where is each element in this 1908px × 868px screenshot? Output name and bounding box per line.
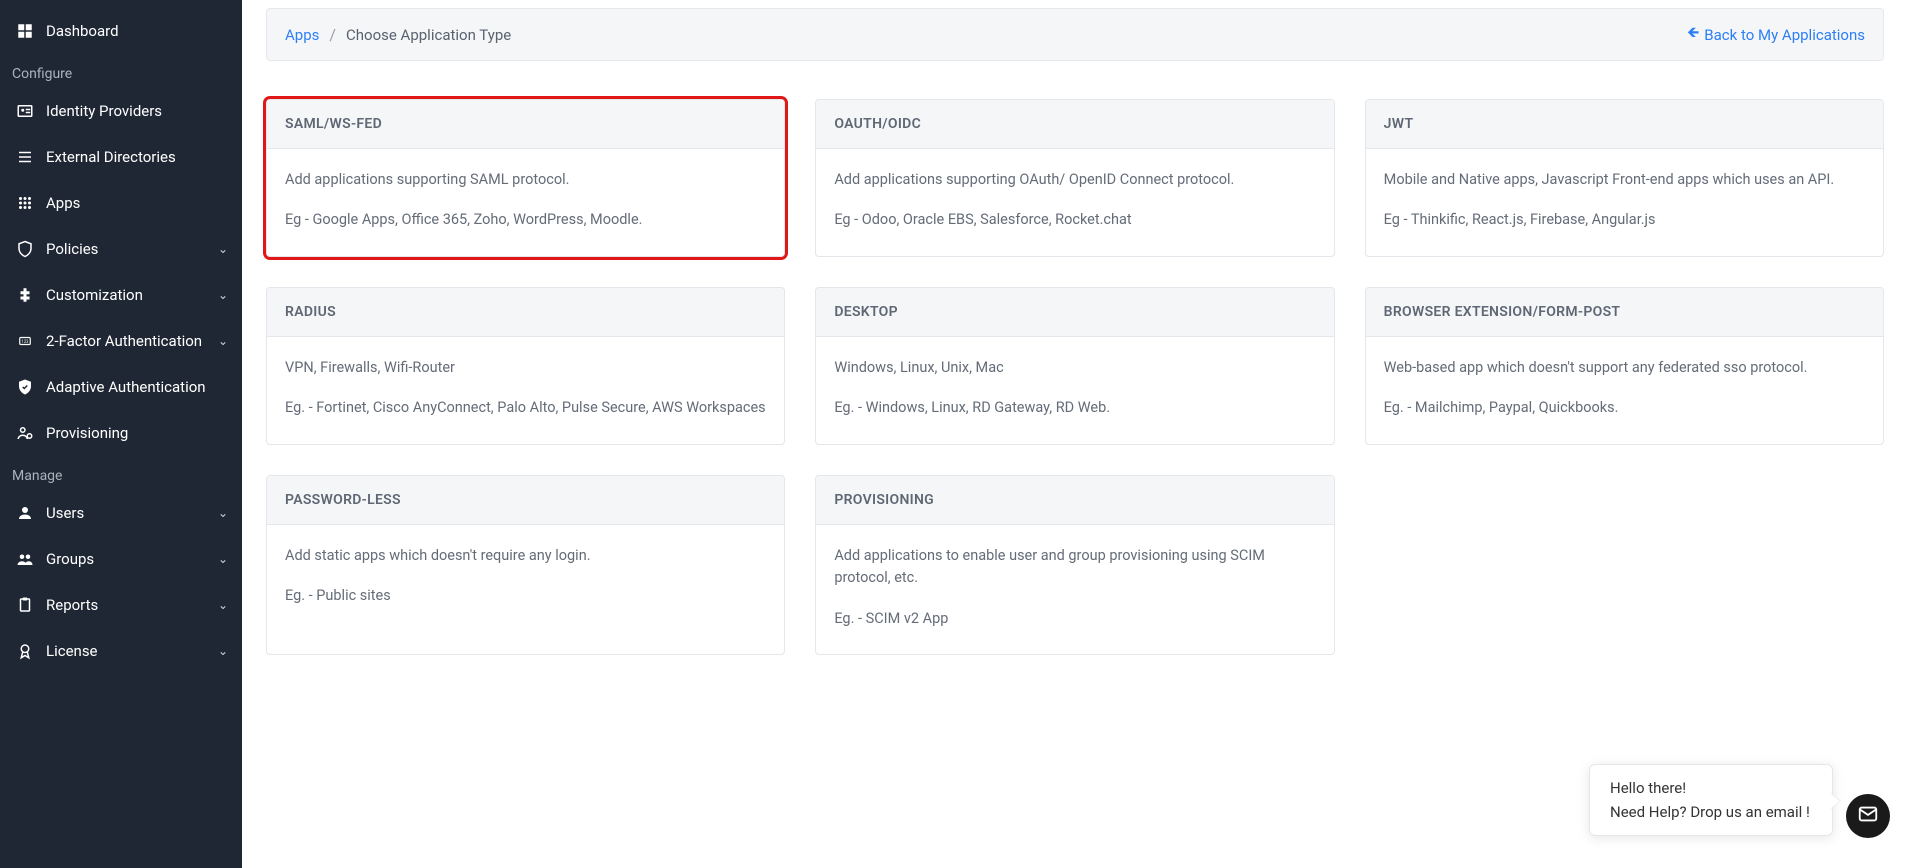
card-title: BROWSER EXTENSION/FORM-POST xyxy=(1366,288,1883,337)
card-examples: Eg. - SCIM v2 App xyxy=(834,608,1315,630)
sidebar-item-reports[interactable]: Reports ⌄ xyxy=(0,582,242,628)
id-card-icon xyxy=(14,100,36,122)
chevron-down-icon: ⌄ xyxy=(218,242,228,256)
puzzle-icon xyxy=(14,284,36,306)
card-saml-wsfed[interactable]: SAML/WS-FED Add applications supporting … xyxy=(266,99,785,257)
card-radius[interactable]: RADIUS VPN, Firewalls, Wifi-Router Eg. -… xyxy=(266,287,785,445)
sidebar-item-label: Provisioning xyxy=(46,424,128,442)
card-description: Web-based app which doesn't support any … xyxy=(1384,357,1865,379)
mail-icon xyxy=(1857,803,1879,829)
sidebar-item-identity-providers[interactable]: Identity Providers xyxy=(0,88,242,134)
sidebar-item-label: Customization xyxy=(46,286,143,304)
back-to-applications-link[interactable]: 🡸 Back to My Applications xyxy=(1687,22,1865,47)
card-title: PASSWORD-LESS xyxy=(267,476,784,525)
card-title: DESKTOP xyxy=(816,288,1333,337)
app-type-grid: SAML/WS-FED Add applications supporting … xyxy=(266,99,1884,695)
card-title: PROVISIONING xyxy=(816,476,1333,525)
groups-icon xyxy=(14,548,36,570)
help-popover: Hello there! Need Help? Drop us an email… xyxy=(1589,764,1833,836)
card-provisioning[interactable]: PROVISIONING Add applications to enable … xyxy=(815,475,1334,655)
sidebar-item-users[interactable]: Users ⌄ xyxy=(0,490,242,536)
sidebar-item-label: Adaptive Authentication xyxy=(46,378,206,396)
sidebar-item-label: Apps xyxy=(46,194,80,212)
page-header: Apps / Choose Application Type 🡸 Back to… xyxy=(266,8,1884,61)
card-description: Windows, Linux, Unix, Mac xyxy=(834,357,1315,379)
card-examples: Eg. - Mailchimp, Paypal, Quickbooks. xyxy=(1384,397,1865,419)
sidebar-item-label: License xyxy=(46,642,98,660)
breadcrumb-separator: / xyxy=(329,25,336,44)
arrow-left-icon: 🡸 xyxy=(1687,22,1699,47)
sidebar-item-label: Dashboard xyxy=(46,22,119,40)
card-jwt[interactable]: JWT Mobile and Native apps, Javascript F… xyxy=(1365,99,1884,257)
shield-icon xyxy=(14,238,36,260)
sidebar-section-configure: Configure xyxy=(0,54,242,88)
sidebar-item-label: Policies xyxy=(46,240,98,258)
sidebar-item-label: Groups xyxy=(46,550,94,568)
sidebar-item-provisioning[interactable]: Provisioning xyxy=(0,410,242,456)
card-title: OAUTH/OIDC xyxy=(816,100,1333,149)
sidebar-item-license[interactable]: License ⌄ xyxy=(0,628,242,674)
list-icon xyxy=(14,146,36,168)
card-oauth-oidc[interactable]: OAUTH/OIDC Add applications supporting O… xyxy=(815,99,1334,257)
card-examples: Eg. - Windows, Linux, RD Gateway, RD Web… xyxy=(834,397,1315,419)
sidebar-item-apps[interactable]: Apps xyxy=(0,180,242,226)
main-content: Apps / Choose Application Type 🡸 Back to… xyxy=(242,0,1908,868)
sidebar-item-adaptive-auth[interactable]: Adaptive Authentication xyxy=(0,364,242,410)
card-title: RADIUS xyxy=(267,288,784,337)
apps-icon xyxy=(14,192,36,214)
chevron-down-icon: ⌄ xyxy=(218,506,228,520)
card-description: Mobile and Native apps, Javascript Front… xyxy=(1384,169,1865,191)
card-examples: Eg - Odoo, Oracle EBS, Salesforce, Rocke… xyxy=(834,209,1315,231)
dashboard-icon xyxy=(14,20,36,42)
card-examples: Eg. - Fortinet, Cisco AnyConnect, Palo A… xyxy=(285,397,766,419)
card-description: Add applications supporting SAML protoco… xyxy=(285,169,766,191)
keypad-icon: 123 xyxy=(14,330,36,352)
card-description: VPN, Firewalls, Wifi-Router xyxy=(285,357,766,379)
card-description: Add applications supporting OAuth/ OpenI… xyxy=(834,169,1315,191)
card-browser-extension[interactable]: BROWSER EXTENSION/FORM-POST Web-based ap… xyxy=(1365,287,1884,445)
shield-check-icon xyxy=(14,376,36,398)
chevron-down-icon: ⌄ xyxy=(218,334,228,348)
card-examples: Eg - Google Apps, Office 365, Zoho, Word… xyxy=(285,209,766,231)
sidebar-item-label: Users xyxy=(46,504,84,522)
clipboard-icon xyxy=(14,594,36,616)
card-description: Add static apps which doesn't require an… xyxy=(285,545,766,567)
card-title: SAML/WS-FED xyxy=(267,100,784,149)
chevron-down-icon: ⌄ xyxy=(218,598,228,612)
chevron-down-icon: ⌄ xyxy=(218,552,228,566)
help-popover-message: Need Help? Drop us an email ! xyxy=(1610,803,1812,821)
chevron-down-icon: ⌄ xyxy=(218,644,228,658)
user-icon xyxy=(14,502,36,524)
card-title: JWT xyxy=(1366,100,1883,149)
help-popover-greeting: Hello there! xyxy=(1610,779,1812,797)
sidebar-item-2fa[interactable]: 123 2-Factor Authentication ⌄ xyxy=(0,318,242,364)
sidebar-item-policies[interactable]: Policies ⌄ xyxy=(0,226,242,272)
breadcrumb-current: Choose Application Type xyxy=(346,26,511,44)
card-password-less[interactable]: PASSWORD-LESS Add static apps which does… xyxy=(266,475,785,655)
back-link-label: Back to My Applications xyxy=(1704,26,1865,44)
card-description: Add applications to enable user and grou… xyxy=(834,545,1315,590)
sidebar: Dashboard Configure Identity Providers E… xyxy=(0,0,242,868)
sidebar-section-manage: Manage xyxy=(0,456,242,490)
sidebar-item-customization[interactable]: Customization ⌄ xyxy=(0,272,242,318)
svg-text:123: 123 xyxy=(22,339,30,344)
sidebar-item-label: Reports xyxy=(46,596,98,614)
help-fab-button[interactable] xyxy=(1846,794,1890,838)
card-desktop[interactable]: DESKTOP Windows, Linux, Unix, Mac Eg. - … xyxy=(815,287,1334,445)
award-icon xyxy=(14,640,36,662)
users-cog-icon xyxy=(14,422,36,444)
card-examples: Eg - Thinkific, React.js, Firebase, Angu… xyxy=(1384,209,1865,231)
sidebar-item-groups[interactable]: Groups ⌄ xyxy=(0,536,242,582)
sidebar-item-dashboard[interactable]: Dashboard xyxy=(0,8,242,54)
sidebar-item-label: External Directories xyxy=(46,148,176,166)
sidebar-item-external-directories[interactable]: External Directories xyxy=(0,134,242,180)
breadcrumb-apps-link[interactable]: Apps xyxy=(285,26,319,44)
card-examples: Eg. - Public sites xyxy=(285,585,766,607)
chevron-down-icon: ⌄ xyxy=(218,288,228,302)
sidebar-item-label: 2-Factor Authentication xyxy=(46,332,202,350)
sidebar-item-label: Identity Providers xyxy=(46,102,162,120)
